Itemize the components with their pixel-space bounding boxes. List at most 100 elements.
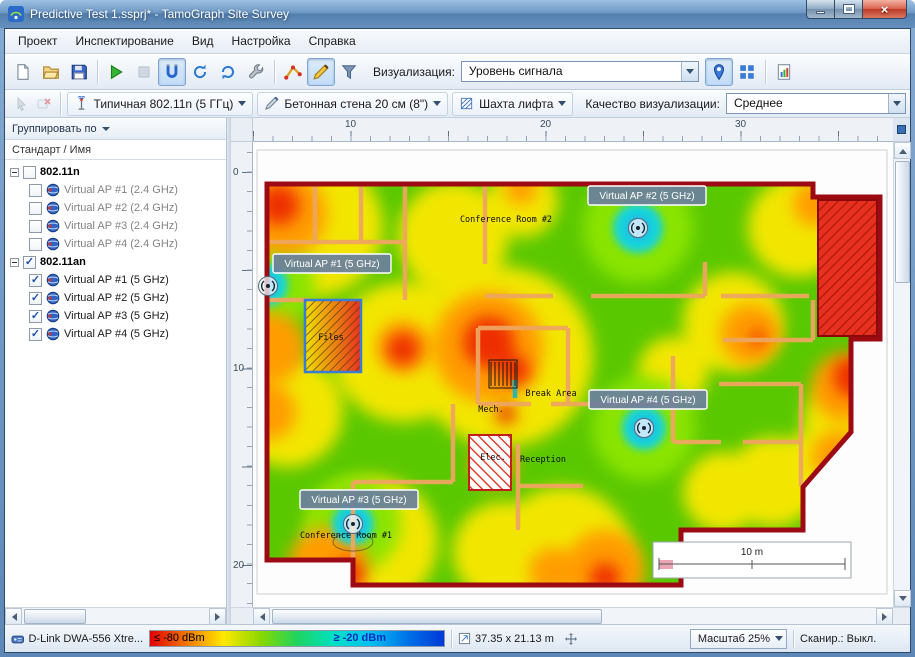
pan-tool-button[interactable] bbox=[560, 629, 582, 649]
tree-ap-row[interactable]: ✓Virtual AP #2 (5 GHz) bbox=[5, 289, 226, 307]
start-survey-button[interactable] bbox=[102, 58, 130, 86]
stop-survey-button[interactable] bbox=[130, 58, 158, 86]
checkbox[interactable]: ✓ bbox=[29, 328, 42, 341]
tree-ap-row[interactable]: ✓Virtual AP #3 (5 GHz) bbox=[5, 307, 226, 325]
open-project-button[interactable] bbox=[37, 58, 65, 86]
checkbox[interactable] bbox=[29, 184, 42, 197]
tree-column-header[interactable]: Стандарт / Имя bbox=[5, 140, 226, 160]
chevron-down-icon bbox=[775, 636, 783, 645]
chevron-down-icon bbox=[686, 69, 694, 78]
menu-item-3[interactable]: Вид bbox=[183, 29, 223, 53]
report-button[interactable] bbox=[770, 58, 798, 86]
tree-ap-row[interactable]: Virtual AP #4 (2.4 GHz) bbox=[5, 235, 226, 253]
menu-item-5[interactable]: Справка bbox=[300, 29, 365, 53]
adapter-status[interactable]: D-Link DWA-556 Xtre... bbox=[11, 632, 143, 646]
floorplan-canvas[interactable]: 10 m Conference Room #2FilesBreak AreaMe… bbox=[253, 142, 893, 607]
tree-ap-row[interactable]: Virtual AP #1 (2.4 GHz) bbox=[5, 181, 226, 199]
scroll-right-button[interactable] bbox=[876, 608, 893, 625]
wall-type-dropdown[interactable]: Бетонная стена 20 см (8") bbox=[257, 92, 448, 116]
filter-button[interactable] bbox=[335, 58, 363, 86]
new-project-button[interactable] bbox=[9, 58, 37, 86]
edit-mode-button[interactable] bbox=[307, 58, 335, 86]
tree-ap-row[interactable]: Virtual AP #3 (2.4 GHz) bbox=[5, 217, 226, 235]
checkbox[interactable] bbox=[29, 238, 42, 251]
close-button[interactable]: × bbox=[862, 0, 907, 19]
adapter-name: D-Link DWA-556 Xtre... bbox=[28, 633, 143, 645]
ruler-label: 10 bbox=[345, 119, 356, 130]
full-extent-icon bbox=[897, 125, 906, 134]
scan-status-label: Сканир.: Выкл. bbox=[800, 633, 876, 645]
delete-tool-button[interactable] bbox=[32, 92, 55, 116]
menu-item-1[interactable]: Проект bbox=[9, 29, 67, 53]
checkbox[interactable] bbox=[29, 202, 42, 215]
ap-marker[interactable] bbox=[259, 277, 278, 296]
close-icon: × bbox=[881, 2, 889, 17]
menu-item-2[interactable]: Инспектирование bbox=[67, 29, 183, 53]
combo-arrow[interactable] bbox=[888, 94, 905, 113]
tree-group-row[interactable]: 802.11n bbox=[5, 163, 226, 181]
scroll-up-button[interactable] bbox=[894, 142, 911, 159]
tree-ap-row[interactable]: Virtual AP #2 (2.4 GHz) bbox=[5, 199, 226, 217]
antenna-icon bbox=[74, 96, 89, 111]
ap-label[interactable]: Virtual AP #4 (5 GHz) bbox=[589, 390, 707, 409]
menu-item-4[interactable]: Настройка bbox=[223, 29, 300, 53]
recalculate-button[interactable] bbox=[214, 58, 242, 86]
scroll-thumb[interactable] bbox=[24, 609, 86, 624]
checkbox[interactable]: ✓ bbox=[29, 292, 42, 305]
zoom-dropdown[interactable]: Масштаб 25% bbox=[690, 629, 787, 649]
calibration-button[interactable] bbox=[158, 58, 186, 86]
window-title: Predictive Test 1.ssprj* - TamoGraph Sit… bbox=[30, 7, 289, 21]
minimize-button[interactable] bbox=[806, 0, 835, 19]
checkbox[interactable]: ✓ bbox=[23, 256, 36, 269]
save-project-button[interactable] bbox=[65, 58, 93, 86]
visualization-combo[interactable]: Уровень сигнала bbox=[461, 61, 699, 82]
open-folder-icon bbox=[42, 63, 60, 81]
scroll-thumb[interactable] bbox=[895, 161, 910, 283]
checkbox[interactable]: ✓ bbox=[29, 310, 42, 323]
map-hscrollbar[interactable] bbox=[253, 607, 893, 624]
group-by-button[interactable]: Группировать по bbox=[5, 118, 226, 140]
adapter-icon bbox=[11, 632, 24, 646]
scroll-spacer bbox=[231, 607, 253, 624]
title-bar[interactable]: Predictive Test 1.ssprj* - TamoGraph Sit… bbox=[0, 0, 915, 28]
ap-marker[interactable] bbox=[629, 219, 648, 238]
combo-arrow[interactable] bbox=[681, 62, 698, 81]
ap-label[interactable]: Virtual AP #3 (5 GHz) bbox=[300, 490, 418, 509]
settings-tools-button[interactable] bbox=[242, 58, 270, 86]
scroll-left-button[interactable] bbox=[253, 608, 270, 625]
chevron-down-icon bbox=[238, 101, 246, 110]
ap-marker[interactable] bbox=[344, 515, 363, 534]
attenuation-zone-dropdown[interactable]: Шахта лифта bbox=[452, 92, 573, 116]
select-tool-button[interactable] bbox=[9, 92, 32, 116]
ap-type-dropdown[interactable]: Типичная 802.11n (5 ГГц) bbox=[67, 92, 254, 116]
sidebar-hscrollbar[interactable] bbox=[5, 607, 226, 624]
survey-path-button[interactable] bbox=[279, 58, 307, 86]
ap-marker[interactable] bbox=[635, 419, 654, 438]
collapse-icon[interactable] bbox=[10, 168, 19, 177]
ap-label[interactable]: Virtual AP #2 (5 GHz) bbox=[588, 186, 706, 205]
quality-combo[interactable]: Среднее bbox=[726, 93, 906, 114]
scroll-right-button[interactable] bbox=[209, 608, 226, 625]
checkbox[interactable] bbox=[23, 166, 36, 179]
column-header-label: Стандарт / Имя bbox=[12, 144, 91, 156]
tree-ap-row[interactable]: ✓Virtual AP #4 (5 GHz) bbox=[5, 325, 226, 343]
checkbox[interactable] bbox=[29, 220, 42, 233]
ap-label[interactable]: Virtual AP #1 (5 GHz) bbox=[273, 254, 391, 273]
maximize-button[interactable] bbox=[835, 0, 862, 19]
ruler-label: 20 bbox=[540, 119, 551, 130]
scroll-left-button[interactable] bbox=[5, 608, 22, 625]
map-pin-icon bbox=[710, 63, 728, 81]
map-vscrollbar[interactable] bbox=[893, 142, 910, 607]
new-document-icon bbox=[14, 63, 32, 81]
scroll-thumb[interactable] bbox=[272, 609, 602, 624]
checkbox[interactable]: ✓ bbox=[29, 274, 42, 287]
arrow-right-icon bbox=[882, 613, 891, 621]
collapse-icon[interactable] bbox=[10, 258, 19, 267]
scroll-corner-button[interactable] bbox=[893, 118, 910, 142]
scroll-down-button[interactable] bbox=[894, 590, 911, 607]
refresh-data-button[interactable] bbox=[186, 58, 214, 86]
legend-panel-button[interactable] bbox=[733, 58, 761, 86]
tree-ap-row[interactable]: ✓Virtual AP #1 (5 GHz) bbox=[5, 271, 226, 289]
ap-locate-button[interactable] bbox=[705, 58, 733, 86]
tree-group-row[interactable]: ✓802.11an bbox=[5, 253, 226, 271]
